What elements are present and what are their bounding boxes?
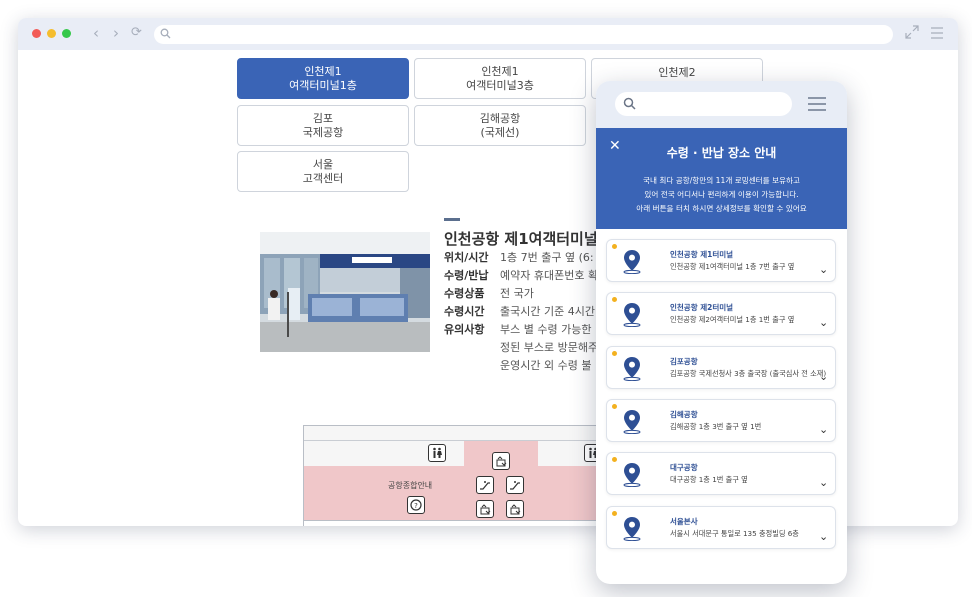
close-window-dot[interactable] [32,29,41,38]
location-card[interactable]: 인천공항 제2터미널 인천공항 제2여객터미널 1층 1번 출구 옆 ⌄ [606,292,836,335]
card-location-name: 김포공항 [670,357,698,366]
detail-row-notes: 유의사항 부스 별 수령 가능한 [444,323,592,336]
detail-note-line: 정된 부스로 방문해주 [500,341,599,354]
card-location-name: 서울본사 [670,517,698,526]
favorite-dot [612,297,617,302]
detail-row-products: 수령상품 전 국가 [444,287,534,300]
card-location-name: 인천공항 제1터미널 [670,250,734,259]
chevron-down-icon[interactable]: ⌄ [819,531,828,542]
favorite-dot [612,244,617,249]
card-location-address: 서울시 서대문구 통일로 135 충정빌딩 6층 [670,529,799,538]
location-card[interactable]: 인천공항 제1터미널 인천공항 제1여객터미널 1층 7번 출구 옆 ⌄ [606,239,836,282]
map-info-label: 공항종합안내 [388,481,433,490]
elevator-icon [476,500,494,518]
escalator-icon [506,476,524,494]
map-pin-icon [623,357,641,381]
detail-title: 인천공항 제1여객터미널 [444,230,598,248]
map-pin-icon [623,303,641,327]
card-location-address: 인천공항 제2여객터미널 1층 1번 출구 옆 [670,315,795,324]
banner-description: 국내 최다 공항/항만의 11개 로밍센터를 보유하고 있어 전국 어디서나 편… [636,176,807,213]
svg-text:?: ? [414,502,418,510]
location-button-seoul[interactable]: 서울 고객센터 [237,151,409,192]
chevron-down-icon[interactable]: ⌄ [819,477,828,488]
detail-row-pickup-return: 수령/반납 예약자 휴대폰번호 확 [444,269,599,282]
favorite-dot [612,351,617,356]
minimize-window-dot[interactable] [47,29,56,38]
detail-note-line: 운영시간 외 수령 불 [500,359,592,372]
location-button-incheon-t1-1f[interactable]: 인천제1 여객터미널1층 [237,58,409,99]
location-card[interactable]: 서울본사 서울시 서대문구 통일로 135 충정빌딩 6층 ⌄ [606,506,836,549]
card-location-address: 김해공항 1층 3번 출구 옆 1번 [670,422,762,431]
mobile-header [596,81,847,128]
maximize-window-dot[interactable] [62,29,71,38]
map-pin-icon [623,250,641,274]
location-card[interactable]: 대구공항 대구공항 1층 1번 출구 옆 ⌄ [606,452,836,495]
address-bar[interactable] [154,25,893,44]
banner-title: 수령 · 반납 장소 안내 [666,146,777,160]
map-highlight-zone [304,466,612,520]
detail-row-pickup-time: 수령시간 출국시간 기준 4시간 [444,305,595,318]
elevator-icon [492,452,510,470]
card-location-address: 김포공항 국제선청사 3층 출국장 (출국심사 전 소재) [670,369,827,378]
expand-icon[interactable] [905,25,919,39]
search-icon [623,97,636,110]
escalator-icon [476,476,494,494]
mobile-preview: ✕ 수령 · 반납 장소 안내 국내 최다 공항/항만의 11개 로밍센터를 보… [596,81,847,584]
map-pin-icon [623,410,641,434]
card-location-name: 인천공항 제2터미널 [670,303,734,312]
reload-icon[interactable]: ⟳ [131,24,142,42]
info-banner: ✕ 수령 · 반납 장소 안내 국내 최다 공항/항만의 11개 로밍센터를 보… [596,128,847,229]
browser-toolbar: ‹ › ⟳ [18,18,958,50]
location-card[interactable]: 김해공항 김해공항 1층 3번 출구 옆 1번 ⌄ [606,399,836,442]
search-icon [160,28,171,39]
card-location-address: 인천공항 제1여객터미널 1층 7번 출구 옆 [670,262,795,271]
chevron-down-icon[interactable]: ⌄ [819,264,828,275]
menu-icon[interactable] [930,27,944,39]
card-location-address: 대구공항 1층 1번 출구 옆 [670,475,748,484]
title-accent-bar [444,218,460,221]
info-desk-icon: ? [407,496,425,514]
favorite-dot [612,457,617,462]
detail-row-location: 위치/시간 1층 7번 출구 옆 (6: [444,251,594,264]
chevron-down-icon[interactable]: ⌄ [819,317,828,328]
location-card[interactable]: 김포공항 김포공항 국제선청사 3층 출국장 (출국심사 전 소재) ⌄ [606,346,836,389]
chevron-down-icon[interactable]: ⌄ [819,424,828,435]
back-icon[interactable]: ‹ [93,24,99,42]
hamburger-menu-icon[interactable] [808,97,826,111]
elevator-icon [506,500,524,518]
chevron-down-icon[interactable]: ⌄ [819,371,828,382]
card-location-name: 김해공항 [670,410,698,419]
location-button-gimpo[interactable]: 김포 국제공항 [237,105,409,146]
forward-icon[interactable]: › [113,24,119,42]
floor-map: 공항종합안내 ? [303,425,613,526]
location-button-incheon-t1-3f[interactable]: 인천제1 여객터미널3층 [414,58,586,99]
card-location-name: 대구공항 [670,463,698,472]
favorite-dot [612,511,617,516]
map-pin-icon [623,463,641,487]
map-pin-icon [623,517,641,541]
location-button-gimhae[interactable]: 김해공항 (국제선) [414,105,586,146]
restroom-icon [428,444,446,462]
favorite-dot [612,404,617,409]
booth-photo [260,232,430,352]
mobile-search-input[interactable] [615,92,792,116]
